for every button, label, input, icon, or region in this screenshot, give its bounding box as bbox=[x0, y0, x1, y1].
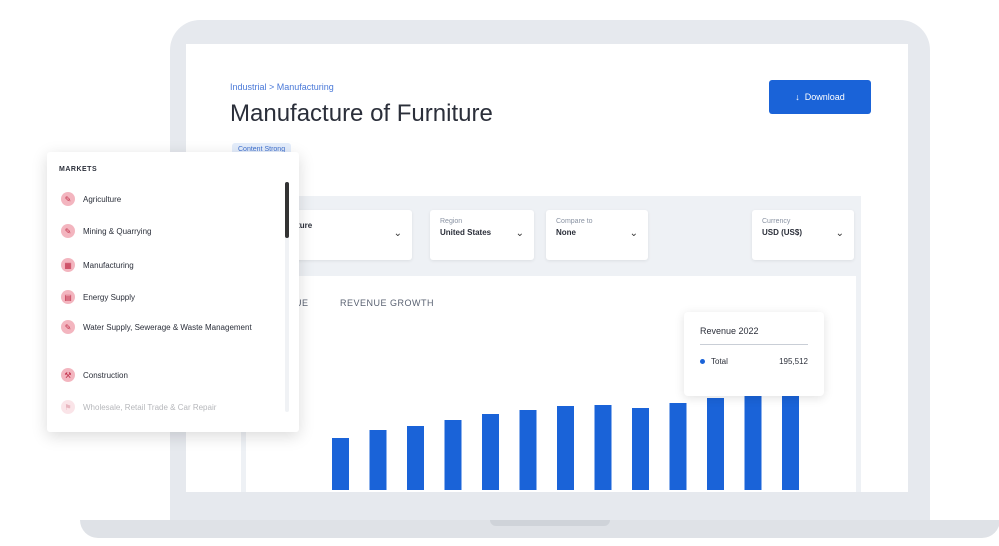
tooltip-value: 195,512 bbox=[779, 357, 808, 366]
agriculture-icon: ✎ bbox=[61, 192, 75, 206]
chart-bar[interactable] bbox=[444, 420, 462, 490]
energy-icon: ▤ bbox=[61, 290, 75, 304]
chart-bar[interactable] bbox=[407, 426, 424, 490]
tooltip-title: Revenue 2022 bbox=[700, 326, 759, 336]
market-item-water[interactable]: ✎ Water Supply, Sewerage & Waste Managem… bbox=[61, 320, 261, 334]
chart-bar[interactable] bbox=[594, 405, 612, 490]
market-item-manufacturing[interactable]: ▦ Manufacturing bbox=[61, 258, 261, 272]
chart-bar[interactable] bbox=[782, 390, 799, 490]
chart-bar[interactable] bbox=[369, 430, 387, 490]
market-item-label: Agriculture bbox=[83, 194, 122, 204]
laptop-notch bbox=[490, 520, 610, 526]
scrollbar-thumb[interactable] bbox=[285, 182, 289, 238]
chart-bar[interactable] bbox=[519, 410, 537, 490]
chart-tooltip: Revenue 2022 Total 195,512 bbox=[684, 312, 824, 396]
construction-icon: ⚒ bbox=[61, 368, 75, 382]
market-item-label: Water Supply, Sewerage & Waste Managemen… bbox=[83, 322, 252, 332]
markets-header: MARKETS bbox=[59, 166, 98, 173]
chart-bar[interactable] bbox=[332, 438, 349, 490]
market-item-label: Construction bbox=[83, 370, 128, 380]
chart-bar[interactable] bbox=[482, 414, 499, 490]
mining-icon: ✎ bbox=[61, 224, 75, 238]
market-item-agriculture[interactable]: ✎ Agriculture bbox=[61, 192, 261, 206]
series-dot-icon bbox=[700, 359, 705, 364]
market-item-label: Energy Supply bbox=[83, 292, 136, 302]
market-item-label: Manufacturing bbox=[83, 260, 134, 270]
wholesale-icon: ⚑ bbox=[61, 400, 75, 414]
chart-bar[interactable] bbox=[632, 408, 649, 490]
market-item-label: Wholesale, Retail Trade & Car Repair bbox=[83, 402, 217, 412]
market-item-label: Mining & Quarrying bbox=[83, 226, 152, 236]
chart-bar[interactable] bbox=[744, 394, 762, 490]
markets-panel: MARKETS ✎ Agriculture ✎ Mining & Quarryi… bbox=[47, 152, 299, 432]
chart-bar[interactable] bbox=[707, 398, 724, 490]
market-item-wholesale[interactable]: ⚑ Wholesale, Retail Trade & Car Repair bbox=[61, 400, 261, 414]
market-item-construction[interactable]: ⚒ Construction bbox=[61, 368, 261, 382]
chart-bar[interactable] bbox=[557, 406, 574, 490]
market-item-energy[interactable]: ▤ Energy Supply bbox=[61, 290, 261, 304]
water-icon: ✎ bbox=[61, 320, 75, 334]
market-item-mining[interactable]: ✎ Mining & Quarrying bbox=[61, 224, 261, 238]
factory-icon: ▦ bbox=[61, 258, 75, 272]
tooltip-row: Total 195,512 bbox=[700, 357, 808, 366]
tooltip-series: Total bbox=[711, 357, 728, 366]
chart-bar[interactable] bbox=[669, 403, 687, 490]
tooltip-divider bbox=[700, 344, 808, 345]
